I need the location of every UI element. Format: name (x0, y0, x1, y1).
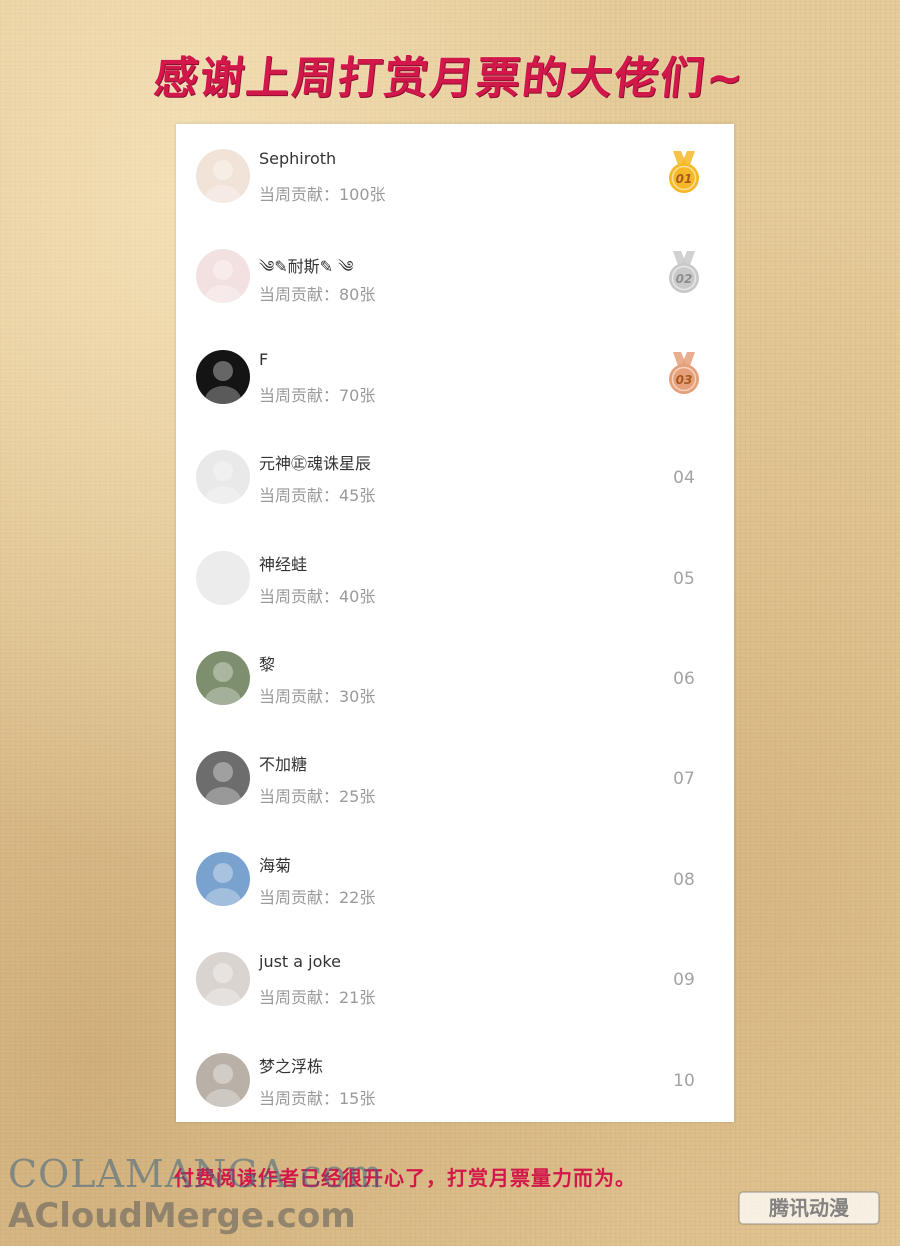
gold-medal-icon: 01 (669, 151, 699, 193)
weekly-contribution: 当周贡献：70张 (259, 385, 376, 405)
weekly-contribution: 当周贡献：15张 (259, 1088, 376, 1108)
user-name: 黎 (259, 655, 276, 674)
watermark-colamanga: COLAMANGA.com (8, 1152, 384, 1196)
avatar[interactable] (196, 1052, 250, 1107)
silver-medal-icon: 02 (669, 251, 699, 294)
bronze-medal-icon: 03 (669, 351, 699, 394)
user-name: 神经蛙 (259, 554, 308, 574)
weekly-contribution: 当周贡献：40张 (259, 586, 376, 606)
user-name: just a joke (259, 952, 341, 972)
weekly-contribution: 当周贡献：100张 (259, 185, 386, 204)
list-item[interactable]: Sephiroth 当周贡献：100张 01 (176, 124, 734, 224)
medal-rank-label: 02 (676, 272, 693, 286)
user-name: 不加糖 (259, 755, 308, 775)
rank-number: 10 (673, 1070, 695, 1091)
weekly-contribution: 当周贡献：25张 (259, 787, 376, 807)
list-item[interactable]: 黎当周贡献：30张 06 (176, 626, 734, 726)
user-name: 元神㊣魂诛星辰 (259, 454, 372, 474)
avatar[interactable] (196, 851, 250, 906)
rank-number: 07 (673, 769, 695, 790)
watermark-acloudmerge: ACloudMerge.com (8, 1196, 356, 1236)
user-name: 梦之浮栋 (259, 1056, 324, 1076)
weekly-contribution: 当周贡献：80张 (259, 285, 376, 305)
avatar[interactable] (196, 349, 250, 404)
list-item[interactable]: F 当周贡献：70张 03 (176, 325, 734, 425)
list-item[interactable]: ༄✎耐斯✎ ༄ 当周贡献：80张 02 (176, 224, 734, 324)
avatar[interactable] (196, 149, 250, 203)
avatar[interactable] (196, 651, 250, 705)
tencent-comic-logo: 腾讯动漫 (738, 1191, 880, 1225)
user-name: F (259, 349, 269, 369)
list-item[interactable]: 梦之浮栋当周贡献：15张 10 (176, 1028, 734, 1128)
weekly-contribution: 当周贡献：45张 (259, 486, 376, 506)
weekly-contribution: 当周贡献：30张 (259, 687, 376, 706)
rank-number: 09 (673, 970, 695, 991)
avatar[interactable] (196, 249, 250, 304)
list-item[interactable]: 不加糖当周贡献：25张 07 (176, 726, 734, 826)
user-name: 海菊 (259, 855, 292, 875)
medal-rank-label: 03 (676, 373, 693, 387)
avatar[interactable] (196, 450, 250, 505)
rank-number: 05 (673, 568, 695, 589)
rank-number: 08 (673, 869, 695, 890)
avatar[interactable] (196, 952, 250, 1007)
list-item[interactable]: 海菊当周贡献：22张 08 (176, 827, 734, 927)
list-item[interactable]: 元神㊣魂诛星辰 当周贡献：45张 04 (176, 425, 734, 525)
list-item[interactable]: 神经蛙当周贡献：40张 05 (176, 526, 734, 626)
rank-number: 06 (673, 669, 695, 689)
weekly-contribution: 当周贡献：21张 (259, 988, 376, 1008)
weekly-contribution: 当周贡献：22张 (259, 887, 376, 907)
page-title: 感谢上周打赏月票的大佬们~ (151, 53, 748, 104)
leaderboard-card: Sephiroth 当周贡献：100张 01 ༄✎耐斯✎ ༄ 当周贡献：80张 02 F 当周… (176, 124, 734, 1122)
avatar[interactable] (196, 751, 250, 806)
medal-rank-label: 01 (676, 172, 693, 186)
avatar[interactable] (196, 550, 250, 605)
svg-text:腾讯动漫: 腾讯动漫 (769, 1196, 850, 1220)
list-item[interactable]: just a joke 当周贡献：21张 09 (176, 927, 734, 1027)
rank-number: 04 (673, 468, 695, 489)
user-name: Sephiroth (259, 149, 337, 168)
